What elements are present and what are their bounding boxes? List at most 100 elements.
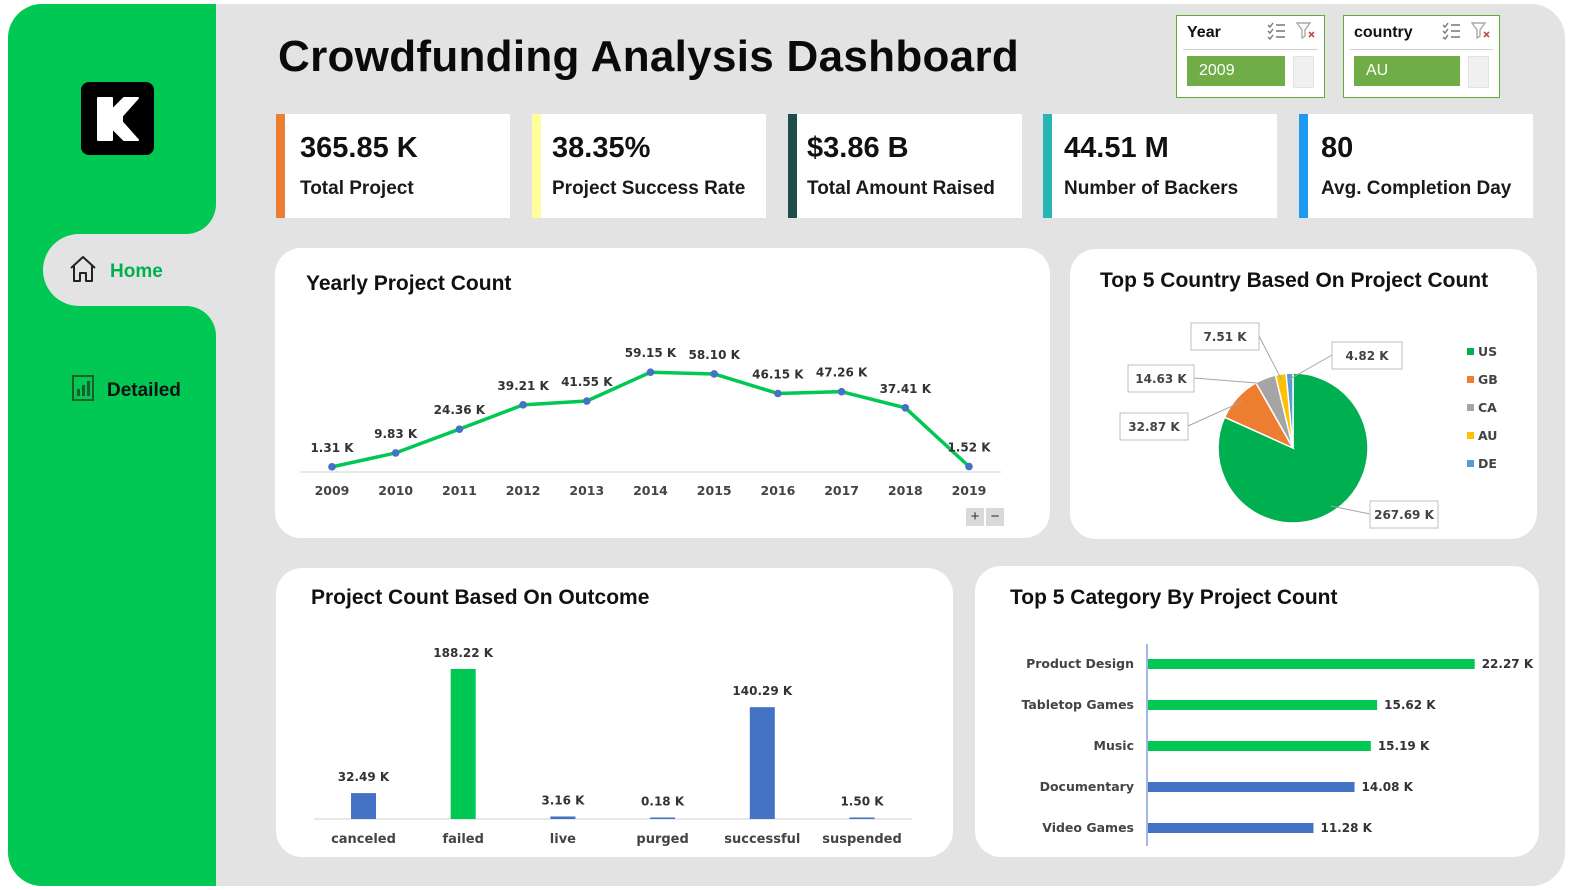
- data-point: [583, 397, 591, 405]
- x-tick-label: live: [550, 832, 576, 847]
- kpi-value: 38.35%: [552, 132, 651, 164]
- country-pie-chart: 267.69 K 32.87 K 14.63 K 7.51 K 4.82 K US GB CA…: [1119, 322, 1498, 529]
- x-tick-label: 2010: [378, 483, 413, 498]
- data-label: 59.15 K: [625, 346, 677, 360]
- legend-swatch: [1467, 460, 1474, 467]
- data-label: 15.62 K: [1384, 698, 1436, 712]
- data-label: 47.26 K: [816, 366, 868, 380]
- kpi-accent-bar: [788, 114, 797, 218]
- x-tick-label: 2015: [697, 483, 732, 498]
- kpi-card-backers: 44.51 M Number of Backers: [1043, 114, 1277, 218]
- x-tick-label: 2017: [824, 483, 859, 498]
- category-bar-chart: Product Design 22.27 K Tabletop Games 15.62…: [1021, 644, 1534, 846]
- kpi-label: Project Success Rate: [552, 178, 746, 199]
- x-tick-label: suspended: [822, 832, 902, 847]
- leader-line: [1258, 335, 1283, 381]
- nav-home[interactable]: Home: [68, 254, 163, 289]
- data-point: [519, 401, 527, 409]
- bar: [450, 668, 476, 819]
- kpi-label: Total Amount Raised: [807, 178, 995, 199]
- data-label: 140.29 K: [732, 684, 792, 698]
- clear-filter-icon[interactable]: [1470, 22, 1491, 45]
- leader-line: [1193, 377, 1268, 385]
- country-slicer[interactable]: country AU: [1343, 15, 1500, 98]
- country-slicer-label: country: [1354, 24, 1413, 41]
- top-category-card: Top 5 Category By Project Count Product …: [975, 566, 1539, 857]
- y-tick-label: Video Games: [1042, 820, 1134, 835]
- data-label: 267.69 K: [1374, 508, 1434, 522]
- data-label: 3.16 K: [541, 793, 585, 807]
- data-label: 32.49 K: [338, 770, 390, 784]
- data-label: 39.21 K: [497, 379, 549, 393]
- year-slicer[interactable]: Year 2009: [1176, 15, 1325, 98]
- data-label: 22.27 K: [1482, 657, 1534, 671]
- kpi-card-amount-raised: $3.86 B Total Amount Raised: [788, 114, 1022, 218]
- x-tick-label: failed: [442, 832, 483, 847]
- top-country-card: Top 5 Country Based On Project Count 267…: [1070, 249, 1537, 539]
- country-slicer-item[interactable]: AU: [1354, 56, 1460, 86]
- x-tick-label: purged: [636, 832, 688, 847]
- bar: [351, 793, 376, 819]
- data-label: 41.55 K: [561, 375, 613, 389]
- data-point: [455, 425, 464, 433]
- multi-select-icon[interactable]: [1441, 22, 1461, 45]
- clear-filter-icon[interactable]: [1295, 22, 1316, 45]
- data-label: 1.52 K: [947, 441, 991, 455]
- bar: [849, 817, 875, 819]
- data-label: 9.83 K: [374, 427, 418, 441]
- y-tick-label: Documentary: [1040, 779, 1134, 794]
- kpi-label: Avg. Completion Day: [1321, 178, 1512, 199]
- kpi-label: Total Project: [300, 178, 414, 199]
- data-point: [965, 462, 973, 471]
- data-point: [837, 387, 846, 396]
- nav-detailed-label: Detailed: [107, 379, 181, 401]
- x-tick-label: 2018: [888, 483, 923, 498]
- page-title: Crowdfunding Analysis Dashboard: [278, 32, 1020, 81]
- bar: [1148, 823, 1314, 833]
- x-tick-label: successful: [724, 832, 800, 847]
- bar: [1148, 700, 1378, 710]
- data-label: 7.51 K: [1203, 330, 1247, 344]
- dashboard-frame: Home Detailed Crowdfunding Analysis Dash…: [8, 4, 1565, 886]
- zoom-out-button[interactable]: −: [986, 508, 1004, 526]
- zoom-in-button[interactable]: +: [966, 508, 984, 526]
- data-point: [328, 463, 336, 471]
- legend-label: DE: [1478, 456, 1497, 471]
- x-tick-label: 2014: [633, 483, 668, 498]
- data-point: [901, 403, 910, 412]
- y-tick-label: Tabletop Games: [1021, 697, 1134, 712]
- data-point: [391, 449, 400, 457]
- multi-select-icon[interactable]: [1266, 22, 1286, 45]
- year-slicer-scrollbar[interactable]: [1293, 56, 1314, 88]
- report-icon: [71, 374, 95, 407]
- data-point: [774, 389, 782, 398]
- year-slicer-label: Year: [1187, 24, 1221, 41]
- x-tick-label: 2009: [315, 483, 350, 498]
- data-label: 0.18 K: [641, 795, 685, 809]
- x-tick-label: 2012: [506, 483, 541, 498]
- nav-detailed[interactable]: Detailed: [71, 374, 181, 407]
- x-tick-label: canceled: [331, 832, 396, 847]
- bar: [1148, 741, 1371, 751]
- data-label: 46.15 K: [752, 367, 804, 381]
- data-label: 11.28 K: [1320, 821, 1372, 835]
- data-label: 14.08 K: [1362, 780, 1414, 794]
- data-label: 15.19 K: [1378, 739, 1430, 753]
- data-point: [710, 370, 718, 378]
- data-label: 4.82 K: [1345, 349, 1389, 363]
- nav-home-label: Home: [110, 260, 163, 282]
- legend-label: CA: [1478, 400, 1497, 415]
- kpi-value: 80: [1321, 132, 1354, 164]
- data-label: 32.87 K: [1128, 420, 1180, 434]
- year-slicer-item[interactable]: 2009: [1187, 56, 1285, 86]
- x-tick-label: 2019: [952, 483, 987, 498]
- outcome-card: Project Count Based On Outcome 32.49 Kca…: [276, 568, 953, 857]
- kpi-value: 44.51 M: [1064, 132, 1169, 164]
- kpi-card-total-project: 365.85 K Total Project: [276, 114, 510, 218]
- bar: [1148, 782, 1355, 792]
- kpi-card-completion-day: 80 Avg. Completion Day: [1299, 114, 1533, 218]
- country-slicer-scrollbar[interactable]: [1468, 56, 1489, 88]
- data-label: 58.10 K: [688, 348, 740, 362]
- home-icon: [68, 254, 98, 289]
- bar: [749, 707, 775, 819]
